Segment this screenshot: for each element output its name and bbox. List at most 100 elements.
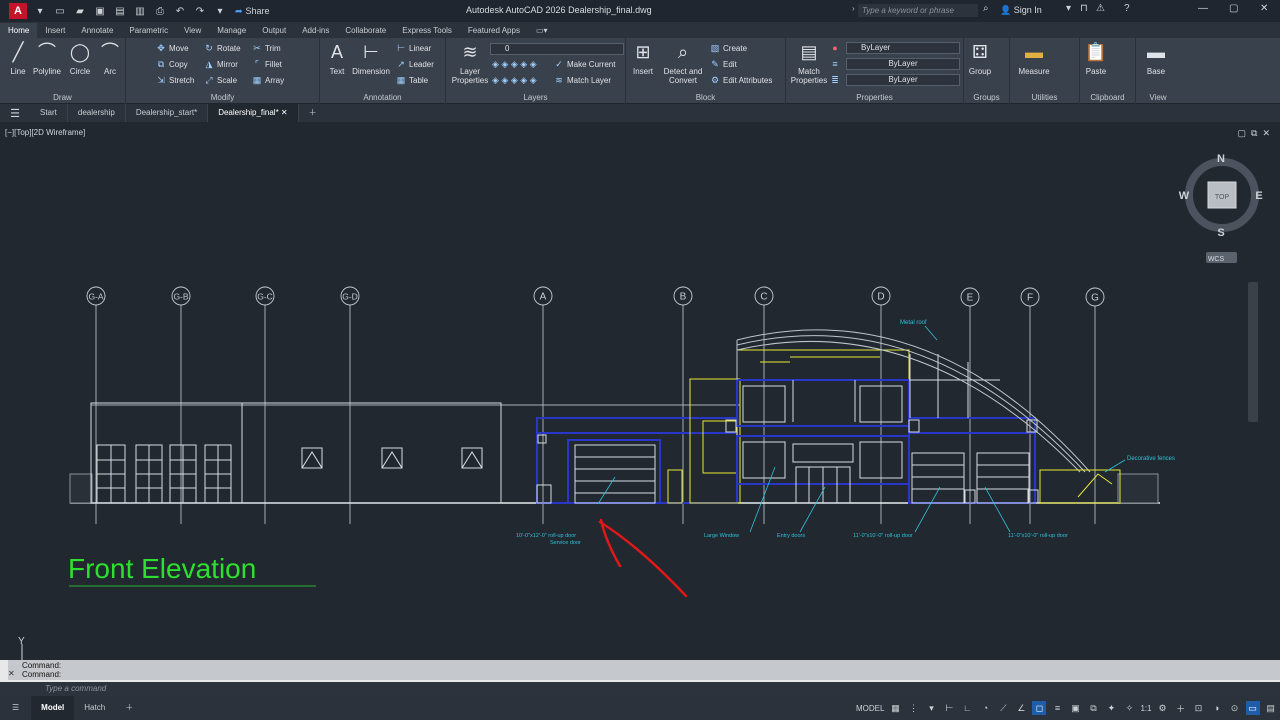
annomonitor-icon[interactable]: ＋ bbox=[1174, 701, 1188, 715]
quick-properties-icon[interactable]: ◑ bbox=[1210, 701, 1224, 715]
compass-east[interactable]: E bbox=[1255, 190, 1262, 202]
move-button[interactable]: ✥ Move bbox=[156, 43, 188, 54]
utilities-panel-title[interactable]: Utilities bbox=[1010, 93, 1079, 102]
fillet-button[interactable]: ⌜ Fillet bbox=[252, 59, 282, 70]
model-space-button[interactable]: MODEL bbox=[856, 704, 884, 713]
annotation-right-rollup-door[interactable]: 11'-0"x10'-0" roll-up door bbox=[1008, 533, 1068, 539]
infer-constraints-icon[interactable]: ⊢ bbox=[942, 701, 956, 715]
layer-dropdown[interactable]: 0 bbox=[490, 43, 624, 55]
tab-annotate[interactable]: Annotate bbox=[73, 23, 121, 38]
tab-view[interactable]: View bbox=[176, 23, 209, 38]
trim-button[interactable]: ✂ Trim bbox=[252, 43, 280, 54]
make-current-button[interactable]: ✓ Make Current bbox=[554, 59, 615, 70]
compass-south[interactable]: S bbox=[1217, 227, 1224, 239]
layer-tools-row1[interactable]: ◈ ◈ ◈ ◈ ◈ bbox=[492, 59, 537, 70]
workspace-gear-icon[interactable]: ⚙ bbox=[1156, 701, 1170, 715]
ortho-icon[interactable]: ∟ bbox=[960, 701, 974, 715]
search-expand-icon[interactable]: › bbox=[852, 4, 855, 13]
close-icon[interactable]: ✕ bbox=[1260, 3, 1268, 14]
annotation-metal-roof[interactable]: Metal roof bbox=[900, 320, 927, 326]
viewcube[interactable]: TOP N S E W WCS bbox=[1179, 153, 1263, 263]
units-icon[interactable]: ⊡ bbox=[1192, 701, 1206, 715]
tab-home[interactable]: Home bbox=[0, 23, 38, 38]
tab-collaborate[interactable]: Collaborate bbox=[337, 23, 394, 38]
rotate-button[interactable]: ↻ Rotate bbox=[204, 43, 240, 54]
dimension-button[interactable]: ⊢ Dimension bbox=[350, 40, 392, 77]
mirror-button[interactable]: ◮ Mirror bbox=[204, 59, 238, 70]
search-icon[interactable]: ⌕ bbox=[983, 3, 989, 14]
array-button[interactable]: ▦ Array bbox=[252, 75, 284, 86]
drawing-canvas[interactable]: TOP N S E W WCS G-A G-B G-C G-D A B C D E F G bbox=[0, 122, 1280, 660]
polar-icon[interactable]: ◔ bbox=[978, 701, 992, 715]
match-properties-button[interactable]: ▤ Match Properties bbox=[790, 40, 828, 86]
tab-parametric[interactable]: Parametric bbox=[121, 23, 176, 38]
doc-tab-dealership[interactable]: dealership bbox=[68, 104, 126, 122]
add-layout-icon[interactable]: ＋ bbox=[115, 696, 143, 720]
chevron-down-icon[interactable]: ▾ bbox=[924, 701, 938, 715]
table-button[interactable]: ▦ Table bbox=[396, 75, 428, 86]
color-dropdown[interactable]: ByLayer bbox=[846, 42, 960, 54]
leader-button[interactable]: ↗ Leader bbox=[396, 59, 434, 70]
edit-block-button[interactable]: ✎ Edit bbox=[710, 59, 737, 70]
circle-button[interactable]: ◯ Circle bbox=[66, 40, 94, 77]
tab-featured-apps[interactable]: Featured Apps bbox=[460, 23, 528, 38]
selection-cycling-icon[interactable]: ⧉ bbox=[1086, 701, 1100, 715]
doc-tab-dealership-final[interactable]: Dealership_final* ✕ bbox=[208, 104, 299, 122]
object-snap-icon[interactable]: ◻ bbox=[1032, 701, 1047, 715]
open-file-icon[interactable]: ▰ bbox=[73, 4, 87, 18]
grid-icon[interactable]: ▦ bbox=[888, 701, 902, 715]
tab-addins[interactable]: Add-ins bbox=[294, 23, 337, 38]
maximize-icon[interactable]: ▢ bbox=[1229, 3, 1238, 14]
print-icon[interactable]: ⎙ bbox=[153, 4, 167, 18]
text-button[interactable]: A Text bbox=[324, 40, 350, 77]
tab-insert[interactable]: Insert bbox=[37, 23, 73, 38]
annotation-mid-rollup-door[interactable]: 11'-0"x10'-0" roll-up door bbox=[853, 533, 913, 539]
properties-panel-title[interactable]: Properties bbox=[786, 93, 963, 102]
close-tab-icon[interactable]: ✕ bbox=[281, 108, 288, 117]
help-icon[interactable]: ? bbox=[1124, 3, 1130, 14]
modify-panel-title[interactable]: Modify bbox=[126, 93, 319, 102]
annotation-visibility-icon[interactable]: ✦ bbox=[1104, 701, 1118, 715]
isolate-objects-icon[interactable]: ▭ bbox=[1245, 701, 1260, 715]
drawing-title[interactable]: Front Elevation bbox=[68, 553, 256, 584]
annotation-service-door[interactable]: Service door bbox=[550, 540, 581, 546]
compass-west[interactable]: W bbox=[1179, 190, 1190, 202]
doc-tab-dealership-start[interactable]: Dealership_start* bbox=[126, 104, 209, 122]
redo-icon[interactable]: ↷ bbox=[193, 4, 207, 18]
base-button[interactable]: ▬ Base bbox=[1142, 40, 1170, 77]
vertical-scrollbar[interactable] bbox=[1248, 282, 1258, 422]
polyline-button[interactable]: ⌒ Polyline bbox=[30, 40, 64, 77]
insert-button[interactable]: ⊞ Insert bbox=[628, 40, 658, 77]
block-panel-title[interactable]: Block bbox=[626, 93, 785, 102]
autoscale-icon[interactable]: ✧ bbox=[1122, 701, 1136, 715]
paste-button[interactable]: 📋 Paste bbox=[1082, 40, 1110, 77]
command-input[interactable]: Type a command bbox=[0, 682, 1280, 696]
annotation-scale[interactable]: 1:1 bbox=[1140, 704, 1151, 713]
tab-output[interactable]: Output bbox=[254, 23, 294, 38]
layout-menu-icon[interactable]: ☰ bbox=[0, 696, 31, 720]
annotation-large-window[interactable]: Large Window bbox=[704, 533, 739, 539]
learn-icon[interactable]: ⚠ bbox=[1096, 3, 1105, 14]
copy-button[interactable]: ⧉ Copy bbox=[156, 59, 188, 70]
search-input[interactable]: Type a keyword or phrase bbox=[858, 4, 978, 17]
chevron-down-icon[interactable]: ▾ bbox=[1066, 3, 1071, 14]
hamburger-menu-icon[interactable]: ☰ bbox=[0, 107, 30, 120]
doc-tab-start[interactable]: Start bbox=[30, 104, 68, 122]
tab-manage[interactable]: Manage bbox=[209, 23, 254, 38]
web-save-icon[interactable]: ▥ bbox=[133, 4, 147, 18]
layer-properties-button[interactable]: ≋ Layer Properties bbox=[450, 40, 490, 86]
view-panel-title[interactable]: View bbox=[1136, 93, 1180, 102]
minimize-icon[interactable]: — bbox=[1198, 3, 1208, 14]
share-button[interactable]: ➦ Share bbox=[235, 6, 270, 17]
autocad-logo[interactable]: A bbox=[9, 3, 27, 19]
tab-express-tools[interactable]: Express Tools bbox=[394, 23, 460, 38]
match-layer-button[interactable]: ≋ Match Layer bbox=[554, 75, 611, 86]
new-tab-icon[interactable]: ＋ bbox=[299, 104, 327, 122]
tab-hatch[interactable]: Hatch bbox=[74, 696, 115, 720]
isodraft-icon[interactable]: ⟋ bbox=[996, 701, 1010, 715]
hardware-acceleration-icon[interactable]: ▤ bbox=[1264, 701, 1278, 715]
annotation-service-rollup-door[interactable]: 10'-0"x12'-0" roll-up door bbox=[516, 533, 576, 539]
groups-panel-title[interactable]: Groups bbox=[964, 93, 1009, 102]
tab-model[interactable]: Model bbox=[31, 696, 75, 720]
measure-button[interactable]: ▬ Measure bbox=[1016, 40, 1052, 77]
